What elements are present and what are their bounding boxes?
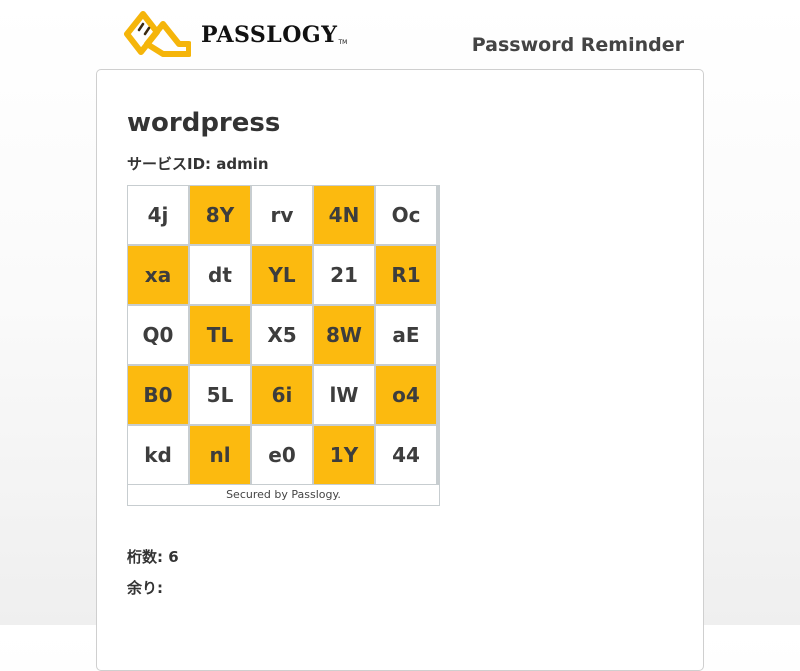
secured-by-label: Secured by Passlogy. <box>128 484 439 505</box>
matrix-cell: 5L <box>190 366 250 424</box>
matrix-cell: xa <box>128 246 188 304</box>
password-matrix: 4j 8Y rv 4N Oc xa dt YL 21 R1 Q0 TL X5 8W aE B0 5L 6i lW o4… <box>127 185 440 506</box>
matrix-cell: TL <box>190 306 250 364</box>
matrix-grid: 4j 8Y rv 4N Oc xa dt YL 21 R1 Q0 TL X5 8W aE B0 5L 6i lW o4… <box>128 186 439 484</box>
matrix-cell: dt <box>190 246 250 304</box>
logo-text: PASSLOGY <box>201 22 338 48</box>
matrix-cell: Oc <box>376 186 436 244</box>
passlogy-logo[interactable]: PASSLOGY TM <box>121 10 347 60</box>
logo-trademark: TM <box>338 38 348 46</box>
matrix-cell: 4j <box>128 186 188 244</box>
matrix-cell: X5 <box>252 306 312 364</box>
matrix-cell: 8Y <box>190 186 250 244</box>
matrix-cell: kd <box>128 426 188 484</box>
matrix-cell: e0 <box>252 426 312 484</box>
matrix-cell: 6i <box>252 366 312 424</box>
page-title: Password Reminder <box>471 34 684 56</box>
matrix-cell: 21 <box>314 246 374 304</box>
matrix-cell: rv <box>252 186 312 244</box>
header: PASSLOGY TM Password Reminder <box>0 0 800 70</box>
reminder-card: wordpress サービスID: admin 4j 8Y rv 4N Oc xa dt YL… <box>96 69 704 671</box>
service-id: サービスID: admin <box>127 155 269 173</box>
matrix-cell: 8W <box>314 306 374 364</box>
matrix-cell: B0 <box>128 366 188 424</box>
matrix-cell: 1Y <box>314 426 374 484</box>
matrix-cell: 4N <box>314 186 374 244</box>
remainder-label: 余り: <box>127 579 163 597</box>
passlogy-logo-icon <box>124 11 191 57</box>
matrix-cell: lW <box>314 366 374 424</box>
matrix-cell: aE <box>376 306 436 364</box>
matrix-cell: 44 <box>376 426 436 484</box>
matrix-cell: o4 <box>376 366 436 424</box>
service-name: wordpress <box>127 108 281 138</box>
matrix-cell: YL <box>252 246 312 304</box>
matrix-cell: Q0 <box>128 306 188 364</box>
digit-count: 桁数: 6 <box>127 548 179 566</box>
matrix-cell: R1 <box>376 246 436 304</box>
matrix-cell: nl <box>190 426 250 484</box>
